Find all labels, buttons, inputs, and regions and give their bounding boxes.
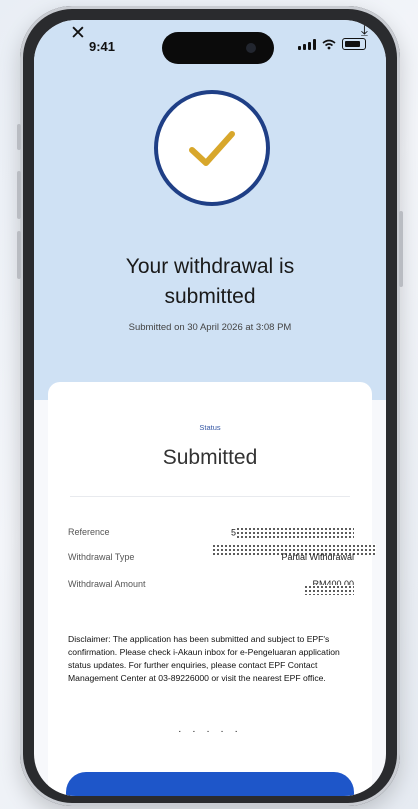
- download-icon[interactable]: ⤓: [361, 22, 368, 40]
- wifi-icon: [322, 39, 336, 49]
- title-line-1: Your withdrawal is: [125, 255, 295, 278]
- status-card: Status Submitted Reference 5 Withdrawal …: [48, 382, 376, 796]
- page-title: Your withdrawal is submitted: [34, 252, 386, 312]
- redaction-mask: [236, 527, 354, 539]
- check-icon: [189, 131, 235, 166]
- success-badge: [154, 90, 270, 206]
- status-icons: [298, 38, 366, 50]
- withdrawal-type-label: Withdrawal Type: [68, 552, 135, 562]
- side-button-power: [399, 211, 403, 287]
- signal-icon: [298, 38, 316, 50]
- primary-action-button[interactable]: [66, 772, 354, 796]
- withdrawal-type-value: Partial Withdrawal: [281, 552, 354, 562]
- header-background: [34, 20, 386, 400]
- side-button-volume-down: [17, 231, 21, 279]
- reference-value: 5: [231, 527, 354, 539]
- status-time: 9:41: [89, 39, 116, 54]
- title-line-2: submitted: [164, 285, 256, 308]
- side-button-volume-up: [17, 171, 21, 219]
- redaction-mask: [304, 585, 354, 595]
- disclaimer-text: Disclaimer: The application has been sub…: [68, 634, 340, 683]
- submitted-timestamp: Submitted on 30 April 2026 at 3:08 PM: [128, 322, 292, 333]
- status-bar: ✕ 9:41 ⤓: [34, 20, 386, 64]
- side-button-mute: [17, 124, 21, 150]
- camera-icon: [246, 43, 256, 53]
- dynamic-island: [162, 32, 274, 64]
- app-screen: ✕ 9:41 ⤓ Your withdrawal is submitted Su…: [34, 20, 386, 796]
- detail-row-reference: Reference 5: [68, 527, 354, 541]
- close-icon[interactable]: ✕: [70, 22, 86, 45]
- status-value: Submitted: [162, 446, 258, 469]
- detail-row-withdrawal-amount: Withdrawal Amount RM400.00: [68, 579, 354, 595]
- status-label: Status: [199, 423, 221, 432]
- page-indicator-dots: · · · · ·: [178, 726, 242, 737]
- divider: [70, 496, 350, 497]
- withdrawal-amount-label: Withdrawal Amount: [68, 579, 146, 589]
- detail-row-withdrawal-type: Withdrawal Type Partial Withdrawal: [68, 544, 376, 566]
- reference-label: Reference: [68, 527, 110, 537]
